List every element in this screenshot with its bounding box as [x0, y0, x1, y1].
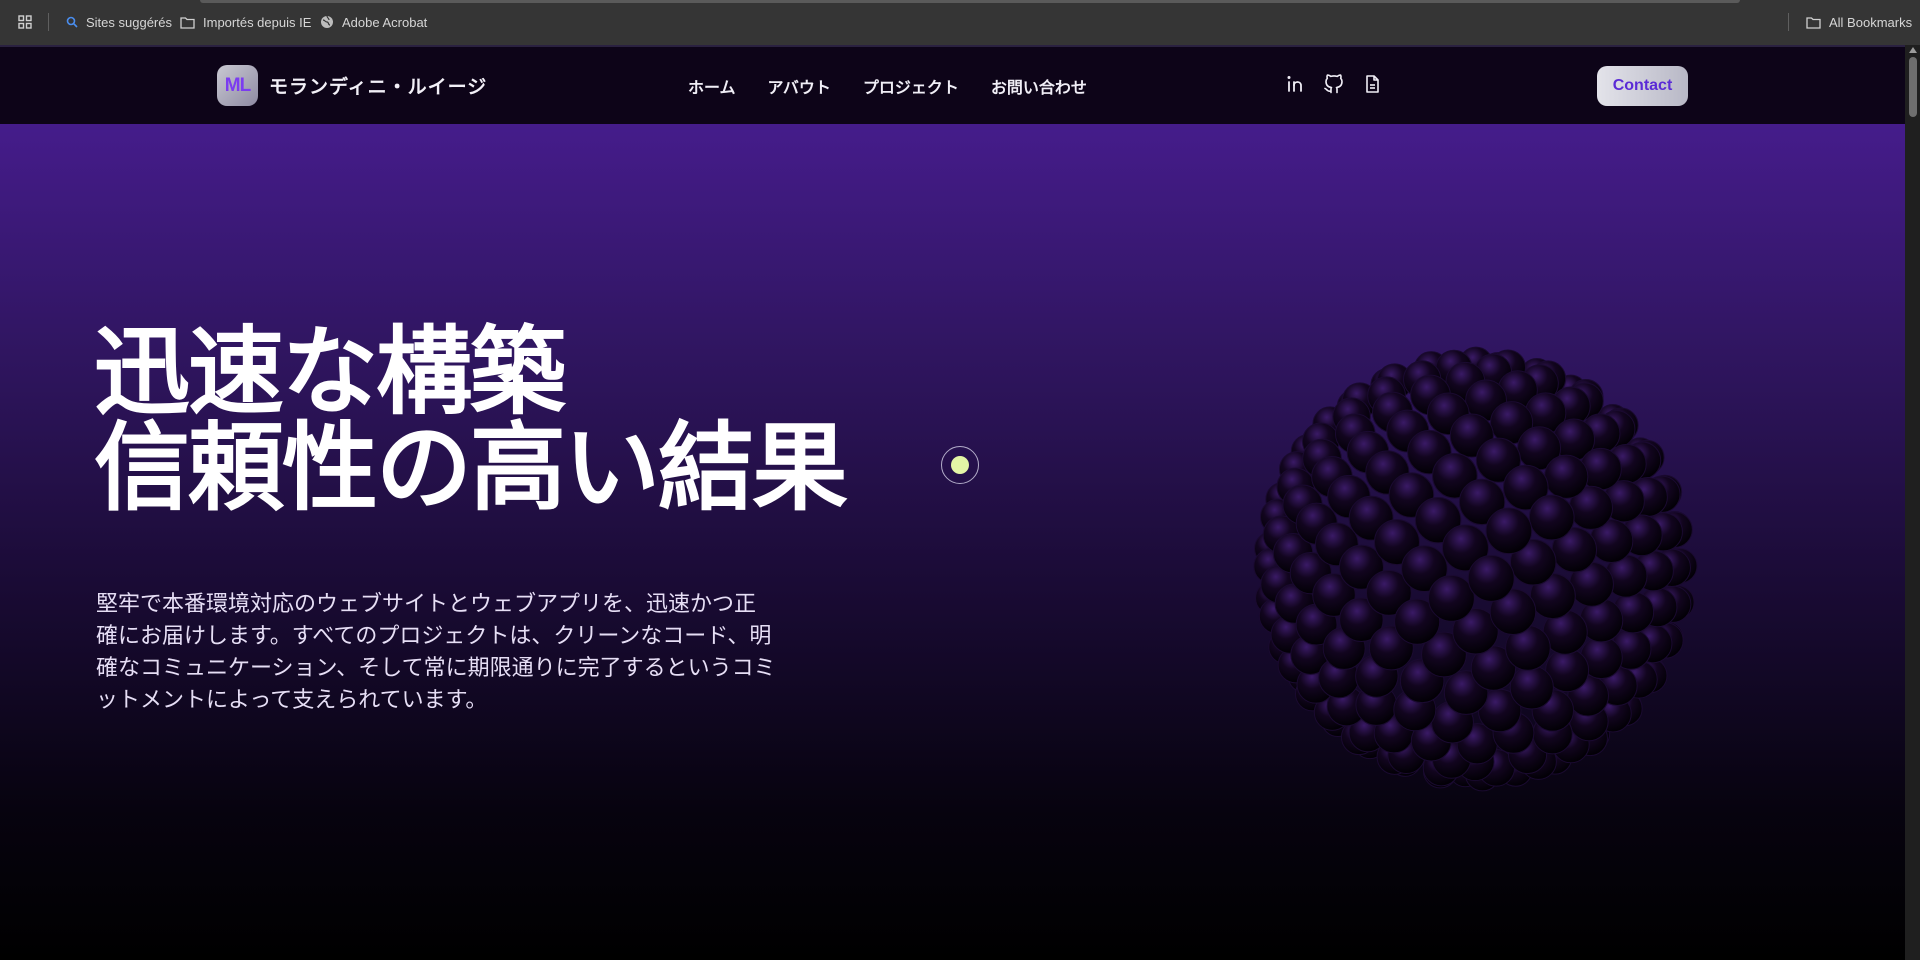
sphere-ball: [1428, 574, 1475, 622]
globe-icon: [321, 15, 333, 28]
apps-icon[interactable]: [18, 13, 32, 31]
tab-strip-edge: [200, 0, 1740, 3]
page-scrollbar[interactable]: [1905, 45, 1920, 960]
headline-line-2: 信頼性の高い結果: [94, 412, 848, 524]
bookmark-label: Sites suggérés: [86, 14, 172, 30]
nav-link-projects[interactable]: プロジェクト: [863, 74, 959, 98]
custom-cursor: [941, 446, 979, 484]
logo-text: ML: [224, 74, 251, 96]
sphere-ball: [1528, 494, 1575, 541]
bookmarks-separator: [48, 13, 49, 31]
sphere-ball: [1544, 454, 1589, 499]
resume-icon[interactable]: [1362, 74, 1382, 94]
nav-link-about[interactable]: アバウト: [768, 74, 831, 98]
social-links: [1286, 74, 1382, 94]
website: ML モランディニ・ルイージ ホーム アバウト プロジェクト お問い合わせ Co…: [0, 45, 1905, 960]
bookmark-adobe-acrobat[interactable]: Adobe Acrobat: [320, 13, 427, 31]
bookmarks-separator: [1788, 13, 1789, 31]
all-bookmarks-label: All Bookmarks: [1829, 14, 1913, 30]
sphere-ball: [1509, 665, 1554, 710]
sphere-visual: [1253, 346, 1698, 792]
all-bookmarks-button[interactable]: All Bookmarks: [1806, 13, 1912, 31]
sphere-ball: [1485, 507, 1533, 555]
github-icon[interactable]: [1324, 74, 1344, 94]
headline-line-1: 迅速な構築: [94, 316, 566, 428]
hero-headline: 迅速な構築 信頼性の高い結果: [94, 316, 848, 524]
hero-description: 堅牢で本番環境対応のウェブサイトとウェブアプリを、迅速かつ正確にお届けします。す…: [96, 592, 776, 713]
nav-link-contact[interactable]: お問い合わせ: [991, 74, 1087, 98]
site-navbar: ML モランディニ・ルイージ ホーム アバウト プロジェクト お問い合わせ Co…: [0, 45, 1905, 124]
bookmark-importes-depuis-ie[interactable]: Importés depuis IE: [180, 13, 311, 31]
bookmark-label: Importés depuis IE: [203, 14, 312, 30]
nav-links: ホーム アバウト プロジェクト お問い合わせ: [688, 74, 1087, 98]
search-icon: [66, 16, 78, 28]
scroll-thumb[interactable]: [1909, 57, 1917, 117]
folder-icon: [1806, 16, 1821, 29]
sphere-ball: [1467, 554, 1515, 602]
brand-name[interactable]: モランディニ・ルイージ: [269, 72, 487, 99]
scroll-up-arrow[interactable]: [1909, 47, 1917, 53]
bookmark-label: Adobe Acrobat: [342, 14, 428, 30]
bookmark-sites-suggeres[interactable]: Sites suggérés: [66, 13, 172, 31]
linkedin-icon[interactable]: [1286, 74, 1306, 94]
logo[interactable]: ML: [217, 65, 258, 106]
contact-button[interactable]: Contact: [1597, 66, 1688, 106]
hero-section: 迅速な構築 信頼性の高い結果 堅牢で本番環境対応のウェブサイトとウェブアプリを、…: [0, 124, 1905, 960]
folder-icon: [180, 16, 195, 29]
nav-link-home[interactable]: ホーム: [688, 74, 736, 98]
bookmarks-bar: Sites suggérés Importés depuis IE Adobe …: [0, 0, 1920, 45]
